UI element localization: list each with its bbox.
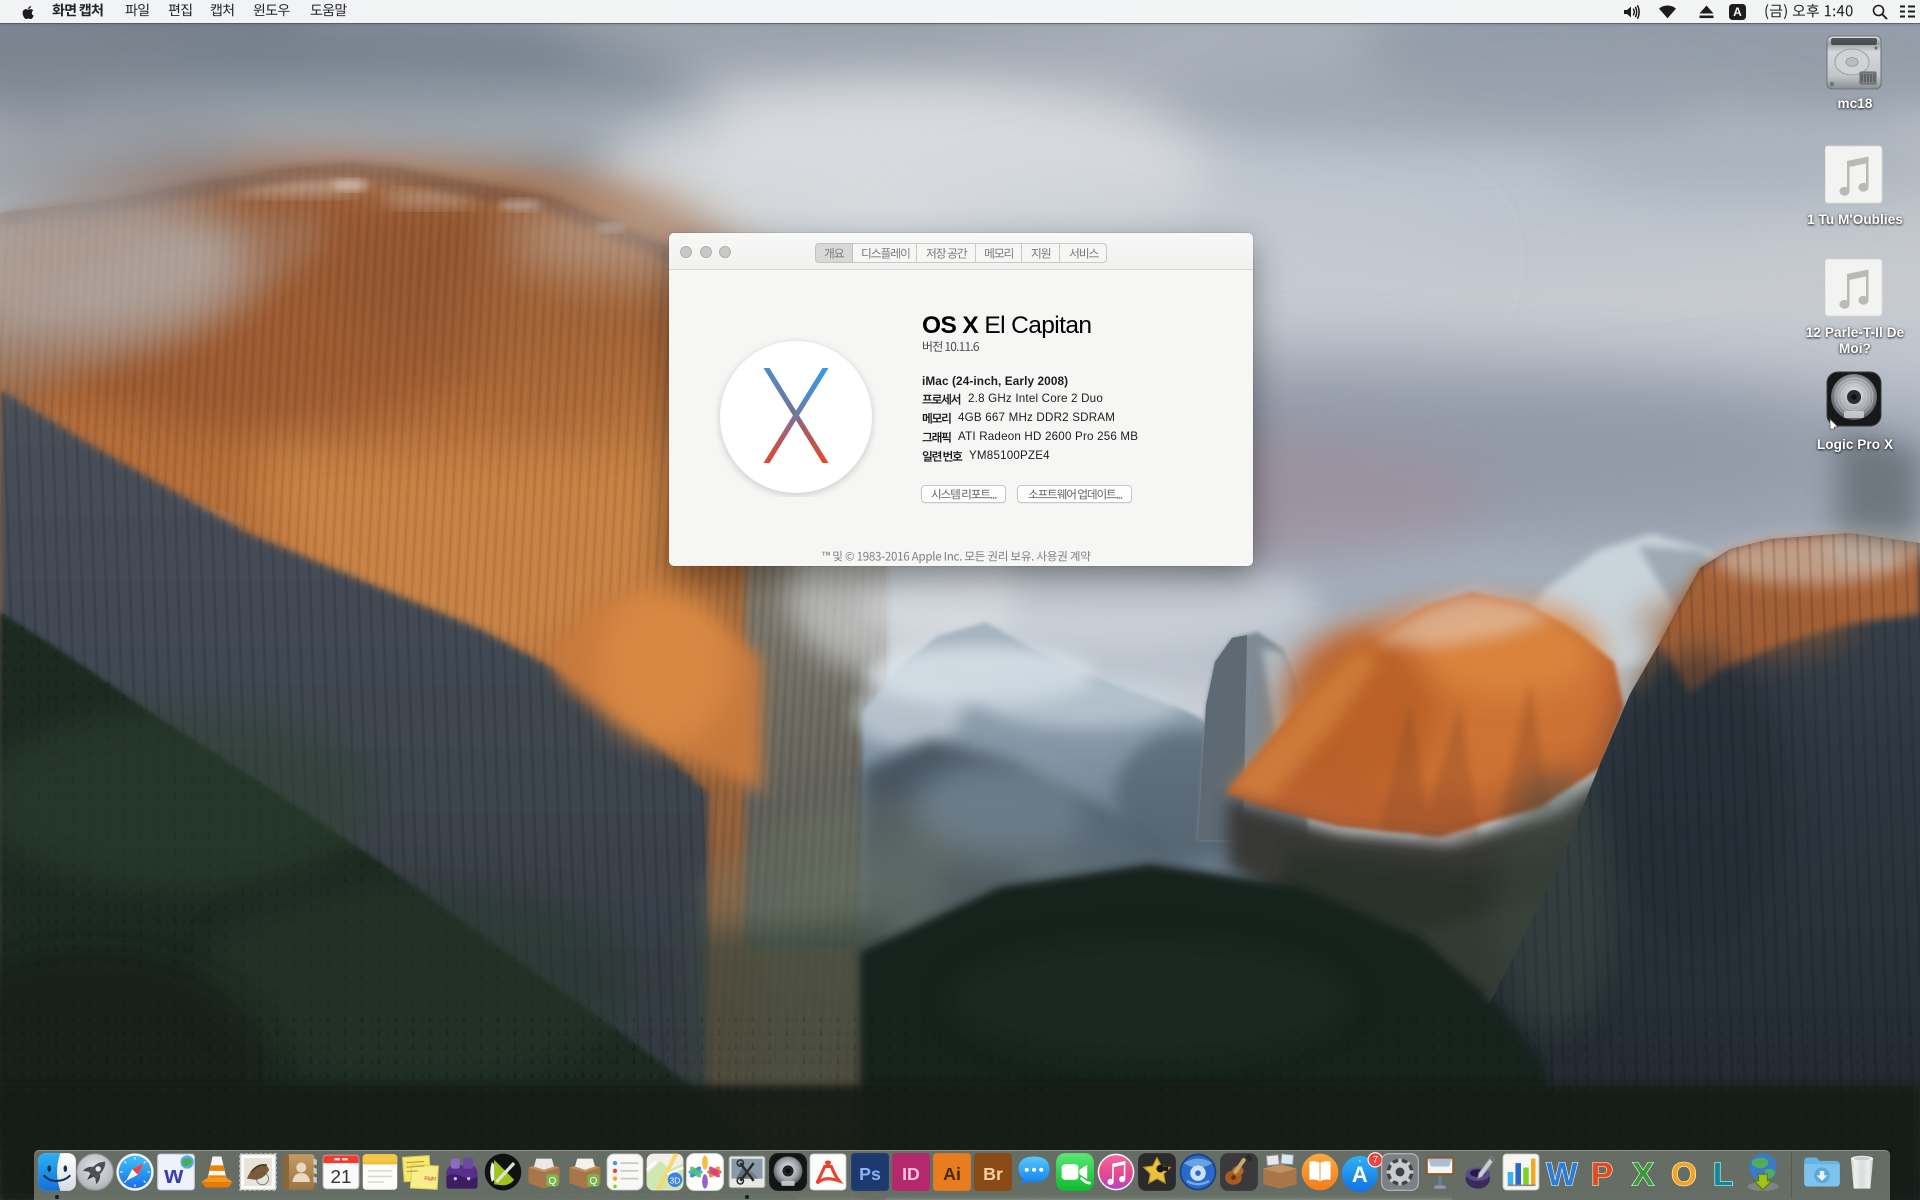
- svg-text:A: A: [1352, 1162, 1368, 1187]
- svg-text:3D: 3D: [670, 1176, 681, 1186]
- svg-text:Q: Q: [548, 1176, 556, 1187]
- svg-text:O: O: [1671, 1156, 1697, 1192]
- svg-text:w: w: [163, 1162, 184, 1189]
- svg-text:Br: Br: [983, 1164, 1003, 1184]
- svg-text:21: 21: [331, 1167, 352, 1188]
- svg-text:P: P: [1591, 1156, 1613, 1192]
- svg-text:Q: Q: [589, 1176, 597, 1187]
- svg-text:W: W: [1546, 1156, 1578, 1192]
- svg-text:Ps: Ps: [859, 1164, 881, 1184]
- svg-text:Ai: Ai: [943, 1164, 961, 1184]
- svg-text:Right: Right: [424, 1176, 437, 1183]
- svg-text:7: 7: [1372, 1155, 1378, 1166]
- svg-text:L: L: [1713, 1156, 1733, 1192]
- svg-text:X: X: [1632, 1156, 1654, 1192]
- svg-text:ID: ID: [902, 1164, 920, 1184]
